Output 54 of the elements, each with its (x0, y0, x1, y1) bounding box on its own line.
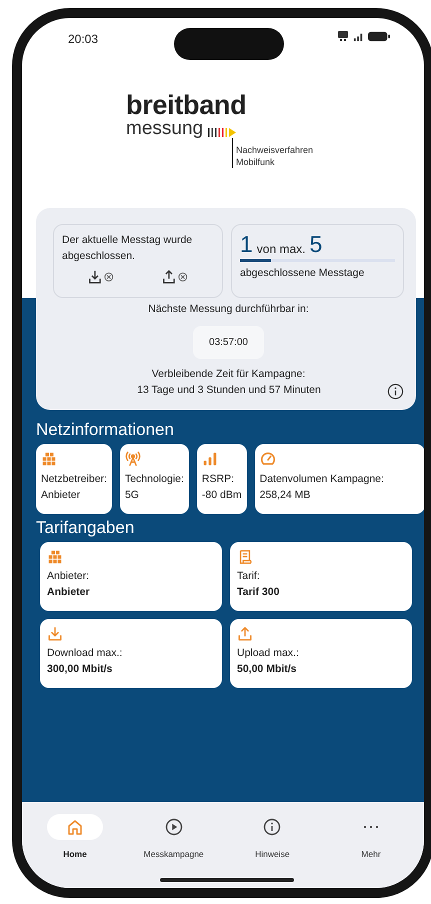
upload-failed-icon (162, 268, 188, 284)
status-message: Der aktuelle Messtag wurde abgeschlossen. (62, 233, 194, 264)
tariff-label: Tarif: (237, 569, 261, 584)
network-icon (337, 30, 349, 42)
section-title: Netzinformationen (36, 420, 175, 440)
info-value: Anbieter (41, 488, 82, 503)
remaining-time: 13 Tage und 3 Stunden und 57 Minuten (137, 383, 321, 398)
day-count: 1 (240, 233, 253, 256)
upload-icon (237, 626, 253, 642)
play-icon (164, 818, 183, 836)
next-measurement-label: Nächste Messung durchführbar in: (148, 302, 309, 317)
info-value: 258,24 MB (260, 488, 312, 503)
info-label: Datenvolumen Kampagne: (260, 472, 385, 487)
info-value: 5G (124, 488, 140, 503)
info-value: -80 dBm (202, 488, 242, 503)
antenna-icon (124, 450, 141, 467)
flag-stripes-icon (207, 126, 238, 138)
nav-tab[interactable]: Mehr (326, 814, 416, 888)
tariff-label: Anbieter: (47, 569, 90, 584)
countdown-timer: 03:57:00 (193, 326, 264, 359)
building-icon (41, 450, 57, 467)
logo-subtitle: messung (126, 119, 204, 138)
progress-caption: abgeschlossene Messtage (240, 266, 366, 281)
tariff-value: Anbieter (47, 585, 91, 600)
status-time: 20:03 (68, 31, 98, 48)
nav-tab[interactable]: Messkampagne (128, 814, 219, 888)
nav-tab[interactable]: Hinweise (227, 814, 318, 888)
logo-tagline: Mobilfunk (236, 156, 276, 168)
receipt-icon (237, 549, 253, 566)
tariff-value: Tarif 300 (237, 585, 280, 600)
info-icon[interactable] (387, 382, 404, 400)
info-icon (263, 818, 282, 836)
info-label: Netzbetreiber: (41, 472, 107, 487)
of-label: von max. (256, 242, 306, 256)
section-title: Tarifangaben (36, 518, 136, 538)
tariff-label: Upload max.: (237, 646, 300, 662)
signal-icon (202, 450, 218, 467)
download-icon (47, 626, 63, 642)
download-failed-icon (88, 268, 114, 284)
remaining-label: Verbleibende Zeit für Kampagne: (152, 366, 306, 382)
nav-tab[interactable]: Home (30, 814, 120, 888)
logo-title: breitband (126, 92, 248, 119)
info-label: RSRP: (202, 472, 236, 487)
tariff-label: Download max.: (47, 646, 124, 662)
building-icon (47, 549, 63, 566)
max-count: 5 (309, 233, 322, 256)
tariff-value: 300,00 Mbit/s (47, 662, 114, 678)
gauge-icon (260, 450, 276, 467)
more-icon (362, 825, 380, 829)
home-icon (66, 818, 84, 836)
logo-tagline: Nachweisverfahren (236, 144, 314, 156)
tariff-value: 50,00 Mbit/s (237, 662, 298, 678)
info-label: Technologie: (124, 472, 184, 487)
battery-icon (368, 30, 390, 42)
